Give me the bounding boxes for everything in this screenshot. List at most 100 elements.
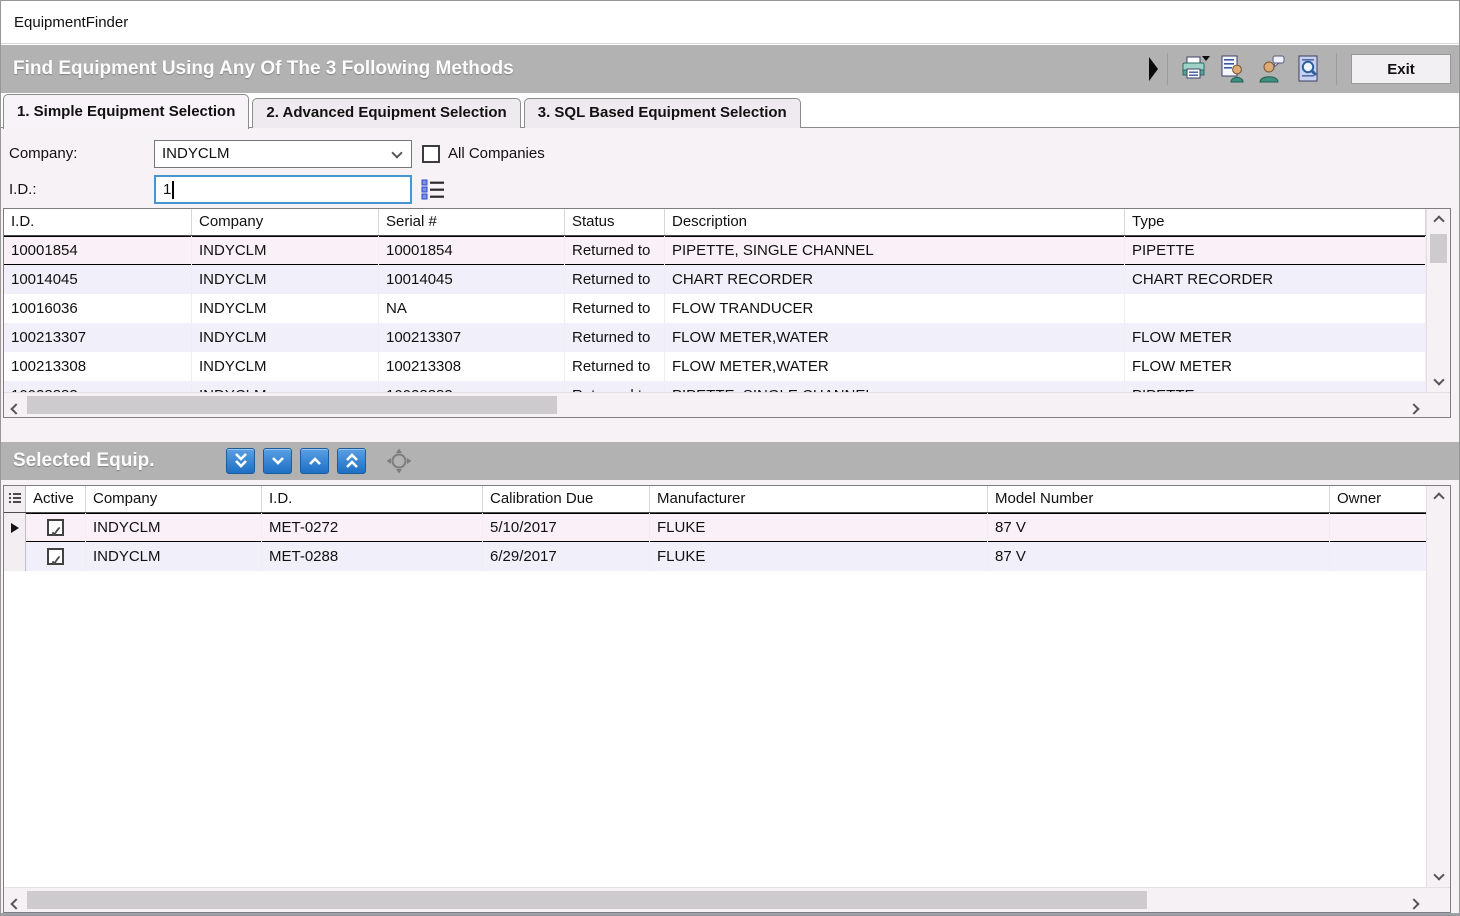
toolbar-separator: [1336, 53, 1337, 85]
selected-column-header[interactable]: Calibration Due: [483, 486, 650, 512]
results-column-header[interactable]: Status: [565, 209, 665, 235]
selected-grid-cell: 87 V: [988, 542, 1330, 571]
results-grid-cell: INDYCLM: [192, 352, 379, 381]
selected-column-header[interactable]: Company: [86, 486, 262, 512]
results-grid-cell: 100213308: [379, 352, 565, 381]
page-title: Find Equipment Using Any Of The 3 Follow…: [13, 45, 514, 93]
results-grid-row[interactable]: 10001854INDYCLM10001854Returned toPIPETT…: [4, 236, 1426, 265]
results-grid-header: I.D.CompanySerial #StatusDescriptionType: [4, 209, 1426, 236]
id-input[interactable]: 1: [154, 175, 412, 204]
scrollbar-thumb[interactable]: [27, 396, 557, 414]
selected-column-header[interactable]: I.D.: [262, 486, 483, 512]
results-grid-row[interactable]: 100213307INDYCLM100213307Returned toFLOW…: [4, 323, 1426, 352]
selected-column-header[interactable]: Model Number: [988, 486, 1330, 512]
results-column-header[interactable]: Serial #: [379, 209, 565, 235]
results-grid-row[interactable]: 100213308INDYCLM100213308Returned toFLOW…: [4, 352, 1426, 381]
results-grid-cell: Returned to: [565, 265, 665, 294]
results-grid-cell: Returned to: [565, 294, 665, 323]
text-caret: [172, 181, 174, 199]
exit-button[interactable]: Exit: [1351, 54, 1451, 84]
scroll-down-button[interactable]: [1427, 865, 1450, 885]
selected-column-header[interactable]: Manufacturer: [650, 486, 988, 512]
results-grid-cell: Returned to: [565, 323, 665, 352]
results-grid-cell: FLOW METER: [1125, 352, 1426, 381]
scrollbar-thumb[interactable]: [1430, 234, 1447, 263]
results-column-header[interactable]: Type: [1125, 209, 1426, 235]
all-companies-label: All Companies: [448, 140, 545, 168]
person-query-icon: [1256, 54, 1286, 84]
results-column-header[interactable]: Description: [665, 209, 1125, 235]
selected-grid-cell: [1330, 513, 1426, 542]
results-grid-row[interactable]: 10028883INDYCLM10028883Returned toPIPETT…: [4, 381, 1426, 392]
company-dropdown[interactable]: INDYCLM: [154, 140, 412, 168]
results-grid-vertical-scrollbar[interactable]: [1426, 209, 1450, 392]
selected-equip-title: Selected Equip.: [13, 442, 154, 480]
document-preview-button[interactable]: [1290, 51, 1328, 87]
selected-grid-horizontal-scrollbar[interactable]: [4, 887, 1450, 912]
selected-grid-row[interactable]: INDYCLMMET-02886/29/2017FLUKE87 V: [4, 542, 1426, 571]
scroll-down-button[interactable]: [1427, 370, 1450, 390]
results-grid-cell: 100213307: [379, 323, 565, 352]
selected-grid-cell: FLUKE: [650, 542, 988, 571]
results-grid-cell: INDYCLM: [192, 294, 379, 323]
selected-grid-cell: 87 V: [988, 513, 1330, 542]
active-checkbox[interactable]: [47, 548, 64, 565]
scroll-up-button[interactable]: [1427, 488, 1450, 508]
locate-button[interactable]: [385, 448, 412, 475]
row-selector-cell[interactable]: [4, 513, 26, 542]
results-grid-cell: Returned to: [565, 352, 665, 381]
toolbar: Exit: [1148, 45, 1453, 93]
row-selector-cell[interactable]: [4, 542, 26, 571]
results-grid-cell: CHART RECORDER: [1125, 265, 1426, 294]
move-all-down-button[interactable]: [226, 448, 255, 474]
move-down-button[interactable]: [263, 448, 292, 474]
scrollbar-corner: [1426, 393, 1450, 417]
scroll-left-button[interactable]: [12, 895, 20, 912]
results-grid-cell: 10001854: [4, 236, 192, 265]
active-cell: [26, 513, 86, 542]
results-grid-cell: [1125, 294, 1426, 323]
id-input-value: 1: [163, 181, 171, 198]
selected-grid-row[interactable]: INDYCLMMET-02725/10/2017FLUKE87 V: [4, 513, 1426, 542]
results-grid-horizontal-scrollbar[interactable]: [4, 392, 1450, 417]
selected-grid-cell: MET-0288: [262, 542, 483, 571]
id-list-button[interactable]: [420, 178, 446, 202]
double-chevron-up-icon: [341, 451, 363, 472]
selected-grid-cell: FLUKE: [650, 513, 988, 542]
selected-column-header[interactable]: Owner: [1330, 486, 1426, 512]
scroll-right-button[interactable]: [1410, 895, 1418, 912]
tab-sql-based-equipment-selection[interactable]: 3. SQL Based Equipment Selection: [524, 98, 801, 128]
move-all-up-button[interactable]: [337, 448, 366, 474]
results-grid-cell: PIPETTE, SINGLE CHANNEL: [665, 381, 1125, 392]
results-grid-row[interactable]: 10016036INDYCLMNAReturned toFLOW TRANDUC…: [4, 294, 1426, 323]
results-grid: I.D.CompanySerial #StatusDescriptionType…: [3, 208, 1451, 418]
scroll-right-button[interactable]: [1410, 400, 1418, 417]
person-query-button[interactable]: [1252, 51, 1290, 87]
double-chevron-down-icon: [230, 451, 252, 472]
results-grid-cell: 100213308: [4, 352, 192, 381]
results-grid-cell: FLOW TRANDUCER: [665, 294, 1125, 323]
selected-grid-cell: INDYCLM: [86, 513, 262, 542]
tab-simple-equipment-selection[interactable]: 1. Simple Equipment Selection: [3, 94, 249, 129]
tab-advanced-equipment-selection[interactable]: 2. Advanced Equipment Selection: [252, 98, 520, 128]
results-grid-cell: CHART RECORDER: [665, 265, 1125, 294]
selected-grid-vertical-scrollbar[interactable]: [1426, 486, 1450, 887]
scroll-left-button[interactable]: [12, 400, 20, 417]
selected-column-header[interactable]: Active: [26, 486, 86, 512]
all-companies-checkbox[interactable]: [422, 145, 440, 163]
equipment-finder-window: EquipmentFinder Find Equipment Using Any…: [0, 0, 1460, 916]
active-checkbox[interactable]: [47, 519, 64, 536]
results-grid-row[interactable]: 10014045INDYCLM10014045Returned toCHART …: [4, 265, 1426, 294]
move-up-button[interactable]: [300, 448, 329, 474]
header-bar: Find Equipment Using Any Of The 3 Follow…: [1, 45, 1459, 93]
printer-icon: [1179, 54, 1211, 84]
scrollbar-thumb[interactable]: [27, 891, 1147, 909]
print-button[interactable]: [1176, 51, 1214, 87]
equipment-report-button[interactable]: [1214, 51, 1252, 87]
results-column-header[interactable]: I.D.: [4, 209, 192, 235]
results-column-header[interactable]: Company: [192, 209, 379, 235]
scroll-up-button[interactable]: [1427, 211, 1450, 231]
id-label: I.D.:: [9, 176, 37, 204]
expand-arrow-icon[interactable]: [1148, 56, 1159, 82]
toolbar-separator: [1167, 53, 1168, 85]
